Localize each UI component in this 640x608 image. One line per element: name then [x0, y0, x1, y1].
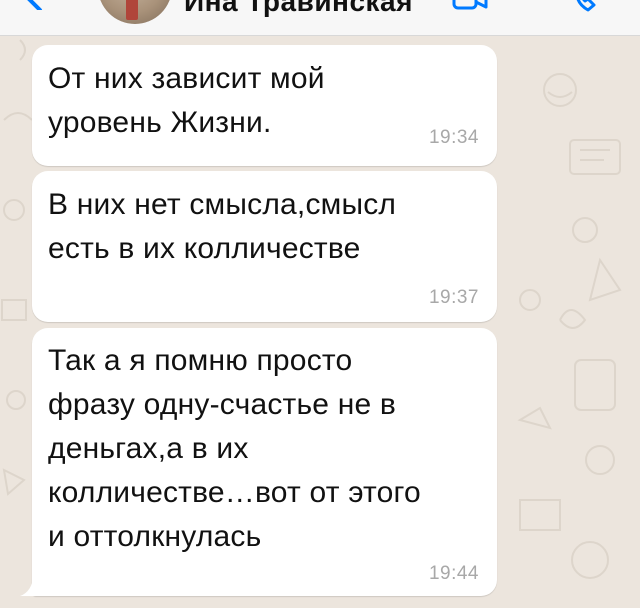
- chat-header: Ина Травинская: [0, 0, 640, 36]
- message-bubble[interactable]: Так а я помню просто фразу одну-счастье …: [32, 328, 497, 596]
- message-line: колличестве…вот от этого: [48, 476, 421, 509]
- message-line: фразу одну-счастье не в: [48, 388, 397, 421]
- message-line: Так а я помню просто: [48, 344, 353, 377]
- message-line: есть в их колличестве: [48, 232, 361, 265]
- message-bubble[interactable]: От них зависит мой уровень Жизни. 19:34: [32, 45, 497, 166]
- contact-avatar[interactable]: [98, 0, 172, 24]
- phone-icon[interactable]: [570, 0, 610, 14]
- message-text: От них зависит мой уровень Жизни.: [48, 57, 477, 145]
- bubble-tail: [20, 574, 42, 596]
- message-timestamp: 19:44: [428, 563, 479, 584]
- message-line: В них нет смысла,смысл: [48, 188, 397, 221]
- message-timestamp: 19:37: [428, 287, 479, 308]
- video-camera-icon[interactable]: [450, 0, 490, 14]
- message-timestamp: 19:34: [428, 127, 479, 148]
- chevron-left-icon[interactable]: [10, 0, 50, 10]
- message-line: деньгах,а в их: [48, 432, 249, 465]
- message-text: В них нет смысла,смысл есть в их колличе…: [48, 183, 477, 271]
- message-bubble[interactable]: В них нет смысла,смысл есть в их колличе…: [32, 171, 497, 322]
- message-text: Так а я помню просто фразу одну-счастье …: [48, 339, 477, 559]
- message-line: и оттолкнулась: [48, 520, 262, 553]
- avatar-photo: [126, 0, 138, 20]
- message-line: уровень Жизни.: [48, 106, 272, 139]
- message-line: От них зависит мой: [48, 62, 325, 95]
- contact-name[interactable]: Ина Травинская: [184, 0, 413, 18]
